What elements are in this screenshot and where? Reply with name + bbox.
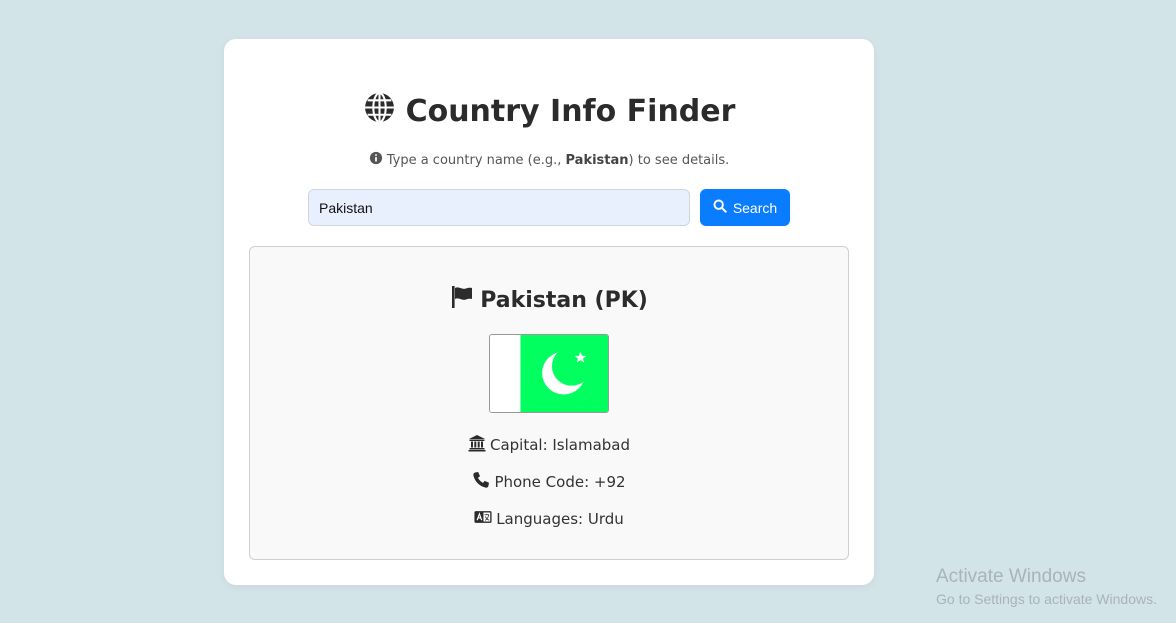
hint-suffix: ) to see details.: [628, 152, 730, 168]
hint-prefix: Type a country name (e.g.,: [386, 152, 562, 168]
capital-text: Capital: Islamabad: [489, 436, 631, 454]
watermark-subtitle: Go to Settings to activate Windows.: [936, 591, 1157, 607]
page-title-text: Country Info Finder: [405, 93, 736, 129]
search-button-label: Search: [732, 199, 778, 216]
flag-icon: [450, 285, 474, 315]
globe-icon: [363, 91, 396, 132]
country-finder-card: Country Info Finder Type a country name …: [224, 39, 874, 585]
country-heading-text: Pakistan (PK): [480, 287, 648, 313]
language-icon: [474, 508, 492, 530]
phone-code-line: Phone Code: +92: [250, 471, 848, 493]
phone-icon: [472, 471, 490, 493]
languages-line: Languages: Urdu: [250, 508, 848, 530]
windows-activation-watermark: Activate Windows Go to Settings to activ…: [936, 566, 1157, 610]
country-heading: Pakistan (PK): [250, 285, 848, 315]
search-icon: [713, 199, 727, 216]
search-button[interactable]: Search: [700, 189, 790, 226]
country-search-input[interactable]: [308, 189, 690, 226]
watermark-title: Activate Windows: [936, 566, 1086, 587]
capital-line: Capital: Islamabad: [250, 434, 848, 456]
phone-code-text: Phone Code: +92: [494, 473, 626, 491]
page-title: Country Info Finder: [224, 91, 874, 131]
landmark-icon: [468, 434, 486, 456]
info-icon: [369, 151, 383, 169]
country-flag-image: [489, 334, 609, 413]
hint-example: Pakistan: [565, 152, 629, 168]
country-result-panel: Pakistan (PK) Capital: Islamabad Phone C…: [249, 246, 849, 560]
search-hint: Type a country name (e.g., Pakistan) to …: [224, 151, 874, 169]
languages-text: Languages: Urdu: [496, 510, 624, 528]
